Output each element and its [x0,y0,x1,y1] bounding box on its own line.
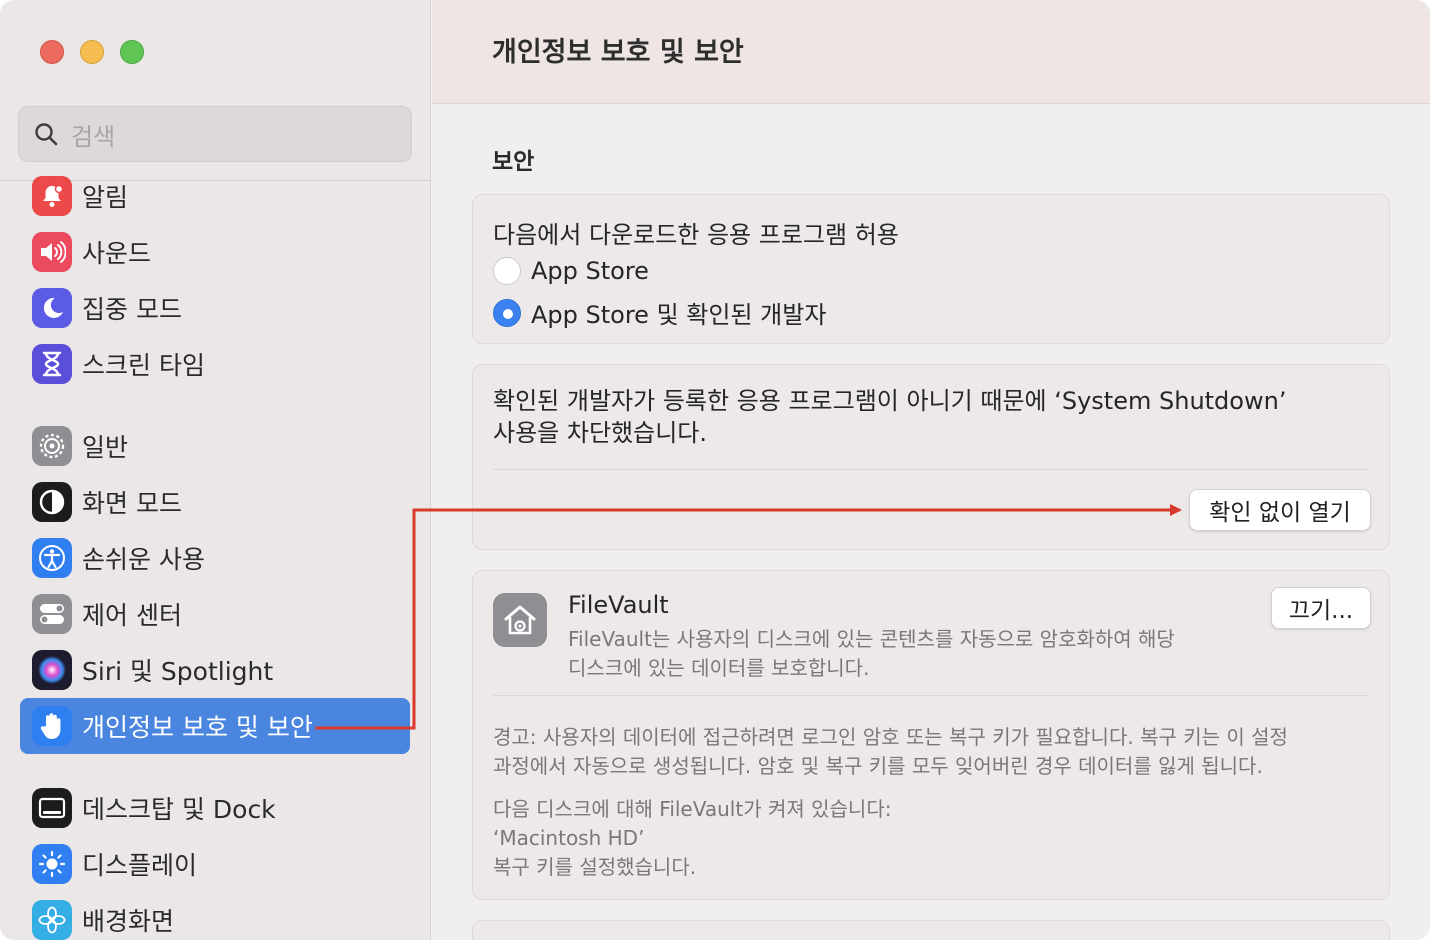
sun-icon [32,844,72,884]
sidebar-item-label: 스크린 타임 [82,351,205,380]
sidebar-item-notifications[interactable]: 알림 [20,168,410,224]
sidebar-item-label: 디스플레이 [82,851,198,880]
search-placeholder: 검색 [71,122,116,151]
next-card-partial [472,920,1390,940]
sidebar-item-siri-spotlight[interactable]: Siri 및 Spotlight [20,642,410,698]
sidebar-item-label: 알림 [82,183,129,212]
dock-icon [32,788,72,828]
sidebar-item-label: 일반 [82,433,129,462]
radio-app-store[interactable]: App Store [493,257,649,285]
sidebar-item-control-center[interactable]: 제어 센터 [20,586,410,642]
sidebar: 검색 알림 사운드 집중 모드 스크린 타임 일반 화면 모드 손쉬운 사용 제… [0,0,431,940]
status-line: ‘Macintosh HD’ [493,826,645,850]
sidebar-item-displays[interactable]: 디스플레이 [20,836,410,892]
filevault-house-icon [493,593,547,647]
flower-icon [32,900,72,940]
radio-label: App Store [531,257,649,285]
page-title: 개인정보 보호 및 보안 [492,37,744,68]
filevault-card: FileVault FileVault는 사용자의 디스크에 있는 콘텐츠를 자… [472,570,1390,900]
minimize-window-button[interactable] [80,40,104,64]
hand-icon [32,706,72,746]
sidebar-item-appearance[interactable]: 화면 모드 [20,474,410,530]
radio-label: App Store 및 확인된 개발자 [531,301,827,329]
moon-icon [32,288,72,328]
speaker-icon [32,232,72,272]
warning-line: 경고: 사용자의 데이터에 접근하려면 로그인 암호 또는 복구 키가 필요합니… [493,725,1288,749]
allow-apps-heading: 다음에서 다운로드한 응용 프로그램 허용 [493,221,899,249]
sidebar-item-accessibility[interactable]: 손쉬운 사용 [20,530,410,586]
sidebar-item-label: 사운드 [82,239,152,268]
main-pane: 개인정보 보호 및 보안 보안 다음에서 다운로드한 응용 프로그램 허용 Ap… [432,0,1430,940]
radio-app-store-identified[interactable]: App Store 및 확인된 개발자 [493,295,826,330]
appearance-icon [32,482,72,522]
sidebar-item-label: 화면 모드 [82,489,182,518]
filevault-warning: 경고: 사용자의 데이터에 접근하려면 로그인 암호 또는 복구 키가 필요합니… [493,723,1288,781]
filevault-off-button[interactable]: 끄기... [1271,587,1371,629]
sidebar-item-desktop-dock[interactable]: 데스크탑 및 Dock [20,780,410,836]
divider [493,695,1369,696]
settings-window: 검색 알림 사운드 집중 모드 스크린 타임 일반 화면 모드 손쉬운 사용 제… [0,0,1430,940]
bell-icon [32,176,72,216]
blocked-message-line: 확인된 개발자가 등록한 응용 프로그램이 아니기 때문에 ‘System Sh… [493,387,1287,415]
section-title-security: 보안 [492,149,535,175]
zoom-window-button[interactable] [120,40,144,64]
sidebar-item-label: 데스크탑 및 Dock [82,795,276,824]
gear-icon [32,426,72,466]
description-line: FileVault는 사용자의 디스크에 있는 콘텐츠를 자동으로 암호화하여 … [568,627,1175,651]
hourglass-icon [32,344,72,384]
warning-line: 과정에서 자동으로 생성됩니다. 암호 및 복구 키를 모두 잊어버린 경우 데… [493,754,1263,778]
sidebar-item-general[interactable]: 일반 [20,418,410,474]
sidebar-item-screen-time[interactable]: 스크린 타임 [20,336,410,392]
sidebar-item-label: 개인정보 보호 및 보안 [82,713,313,742]
open-anyway-button[interactable]: 확인 없이 열기 [1189,489,1371,531]
sidebar-item-label: 집중 모드 [82,295,182,324]
blocked-message: 확인된 개발자가 등록한 응용 프로그램이 아니기 때문에 ‘System Sh… [493,385,1286,449]
allow-apps-card: 다음에서 다운로드한 응용 프로그램 허용 App Store App Stor… [472,194,1390,344]
description-line: 디스크에 있는 데이터를 보호합니다. [568,656,870,680]
sidebar-item-privacy-security[interactable]: 개인정보 보호 및 보안 [20,698,410,754]
search-icon [35,123,58,146]
status-line: 복구 키를 설정했습니다. [493,855,697,879]
blocked-message-line: 사용을 차단했습니다. [493,419,707,447]
sidebar-item-label: Siri 및 Spotlight [82,657,274,686]
siri-icon [32,650,72,690]
sidebar-item-focus[interactable]: 집중 모드 [20,280,410,336]
filevault-description: FileVault는 사용자의 디스크에 있는 콘텐츠를 자동으로 암호화하여 … [568,625,1175,683]
sidebar-item-sound[interactable]: 사운드 [20,224,410,280]
sidebar-item-wallpaper[interactable]: 배경화면 [20,892,410,940]
toggles-icon [32,594,72,634]
radio-button-selected[interactable] [493,298,521,327]
status-line: 다음 디스크에 대해 FileVault가 켜져 있습니다: [493,797,892,821]
sidebar-item-label: 제어 센터 [82,601,182,630]
sidebar-item-label: 배경화면 [82,907,175,936]
search-field[interactable]: 검색 [18,106,412,162]
blocked-app-card: 확인된 개발자가 등록한 응용 프로그램이 아니기 때문에 ‘System Sh… [472,364,1390,550]
toolbar: 개인정보 보호 및 보안 [432,0,1430,104]
filevault-title: FileVault [568,591,669,619]
radio-button[interactable] [493,257,521,285]
filevault-status: 다음 디스크에 대해 FileVault가 켜져 있습니다: ‘Macintos… [493,795,891,882]
sidebar-item-label: 손쉬운 사용 [82,545,205,574]
accessibility-icon [32,538,72,578]
close-window-button[interactable] [40,40,64,64]
divider [493,469,1369,470]
